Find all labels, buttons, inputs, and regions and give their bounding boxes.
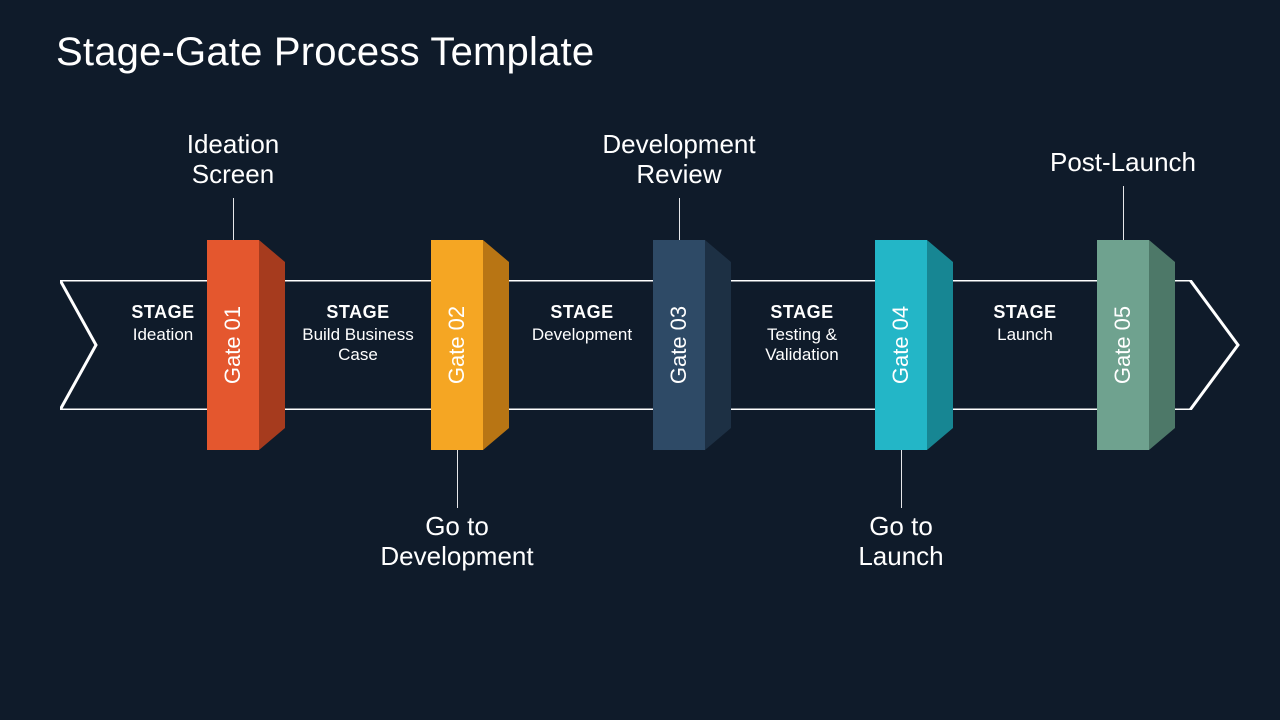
callout-go-development: Go toDevelopment <box>327 512 587 572</box>
stage-heading: STAGE <box>717 302 887 323</box>
leader-line <box>1123 186 1124 240</box>
gate-shadow <box>259 262 285 428</box>
leader-line <box>901 450 902 508</box>
stage-launch: STAGE Launch <box>940 302 1110 345</box>
gate-04: Gate 04 <box>875 240 927 450</box>
gate-label: Gate 04 <box>888 306 914 384</box>
gate-label: Gate 03 <box>666 306 692 384</box>
gate-shadow <box>1149 262 1175 428</box>
gate-face: Gate 05 <box>1097 240 1149 450</box>
gate-shadow <box>927 262 953 428</box>
stage-business-case: STAGE Build BusinessCase <box>273 302 443 364</box>
gate-02: Gate 02 <box>431 240 483 450</box>
slide: Stage-Gate Process Template STAGE Ideati… <box>0 0 1280 720</box>
stage-name: Build BusinessCase <box>273 325 443 364</box>
gate-03: Gate 03 <box>653 240 705 450</box>
callout-post-launch: Post-Launch <box>993 148 1253 178</box>
gate-face: Gate 03 <box>653 240 705 450</box>
stage-heading: STAGE <box>497 302 667 323</box>
callout-development-review: DevelopmentReview <box>549 130 809 190</box>
gate-label: Gate 01 <box>220 306 246 384</box>
leader-line <box>679 198 680 240</box>
leader-line <box>233 198 234 240</box>
gate-05: Gate 05 <box>1097 240 1149 450</box>
stage-heading: STAGE <box>940 302 1110 323</box>
page-title: Stage-Gate Process Template <box>56 30 594 75</box>
stage-heading: STAGE <box>273 302 443 323</box>
stage-testing: STAGE Testing &Validation <box>717 302 887 364</box>
stage-name: Development <box>497 325 667 345</box>
stage-name: Testing &Validation <box>717 325 887 364</box>
gate-label: Gate 05 <box>1110 306 1136 384</box>
callout-go-launch: Go toLaunch <box>771 512 1031 572</box>
gate-label: Gate 02 <box>444 306 470 384</box>
callout-ideation-screen: IdeationScreen <box>103 130 363 190</box>
gate-face: Gate 02 <box>431 240 483 450</box>
gate-01: Gate 01 <box>207 240 259 450</box>
gate-face: Gate 01 <box>207 240 259 450</box>
stage-development: STAGE Development <box>497 302 667 345</box>
stage-name: Launch <box>940 325 1110 345</box>
gate-shadow <box>705 262 731 428</box>
gate-face: Gate 04 <box>875 240 927 450</box>
gate-shadow <box>483 262 509 428</box>
leader-line <box>457 450 458 508</box>
